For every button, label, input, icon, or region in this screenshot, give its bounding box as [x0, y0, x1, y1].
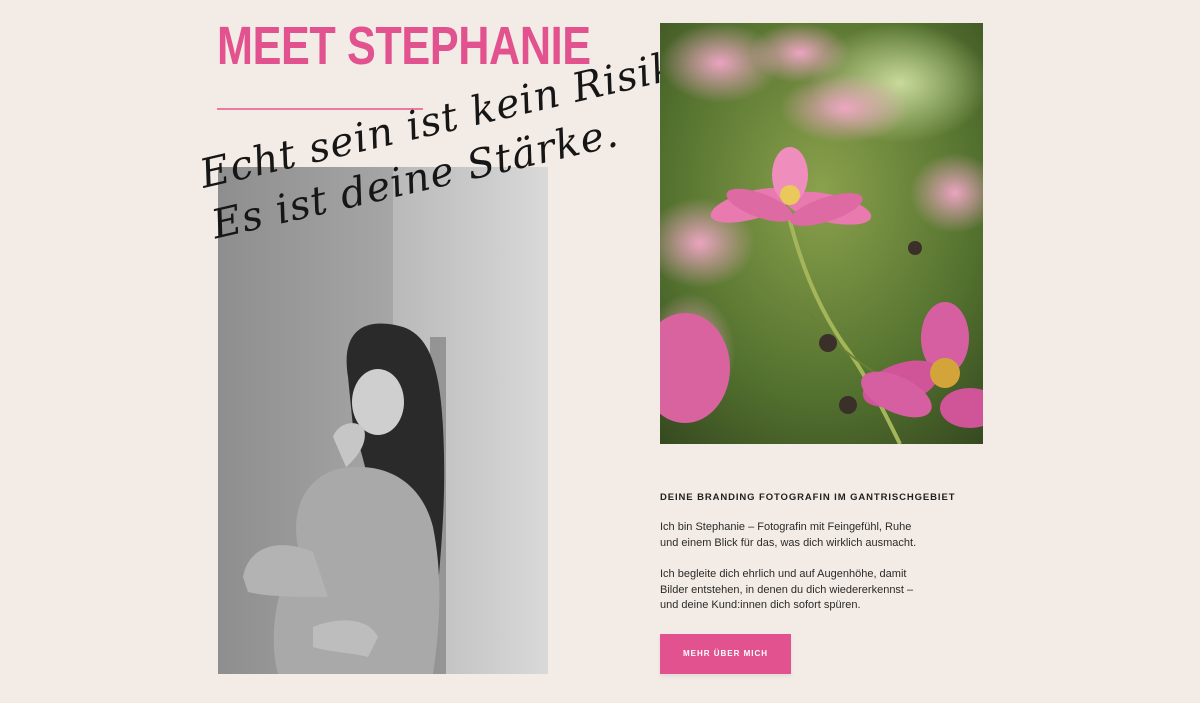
about-paragraph-1: Ich bin Stephanie – Fotografin mit Feing… [660, 521, 917, 549]
about-paragraph-2: Ich begleite dich ehrlich und auf Augenh… [660, 568, 914, 611]
portrait-photo [218, 167, 548, 674]
flower-photo [660, 23, 983, 444]
section-subheading: DEINE BRANDING FOTOGRAFIN IM GANTRISCHGE… [660, 492, 956, 503]
page-title: MEET STEPHANIE [217, 16, 591, 76]
more-about-me-button[interactable]: MEHR ÜBER MICH [660, 634, 791, 674]
